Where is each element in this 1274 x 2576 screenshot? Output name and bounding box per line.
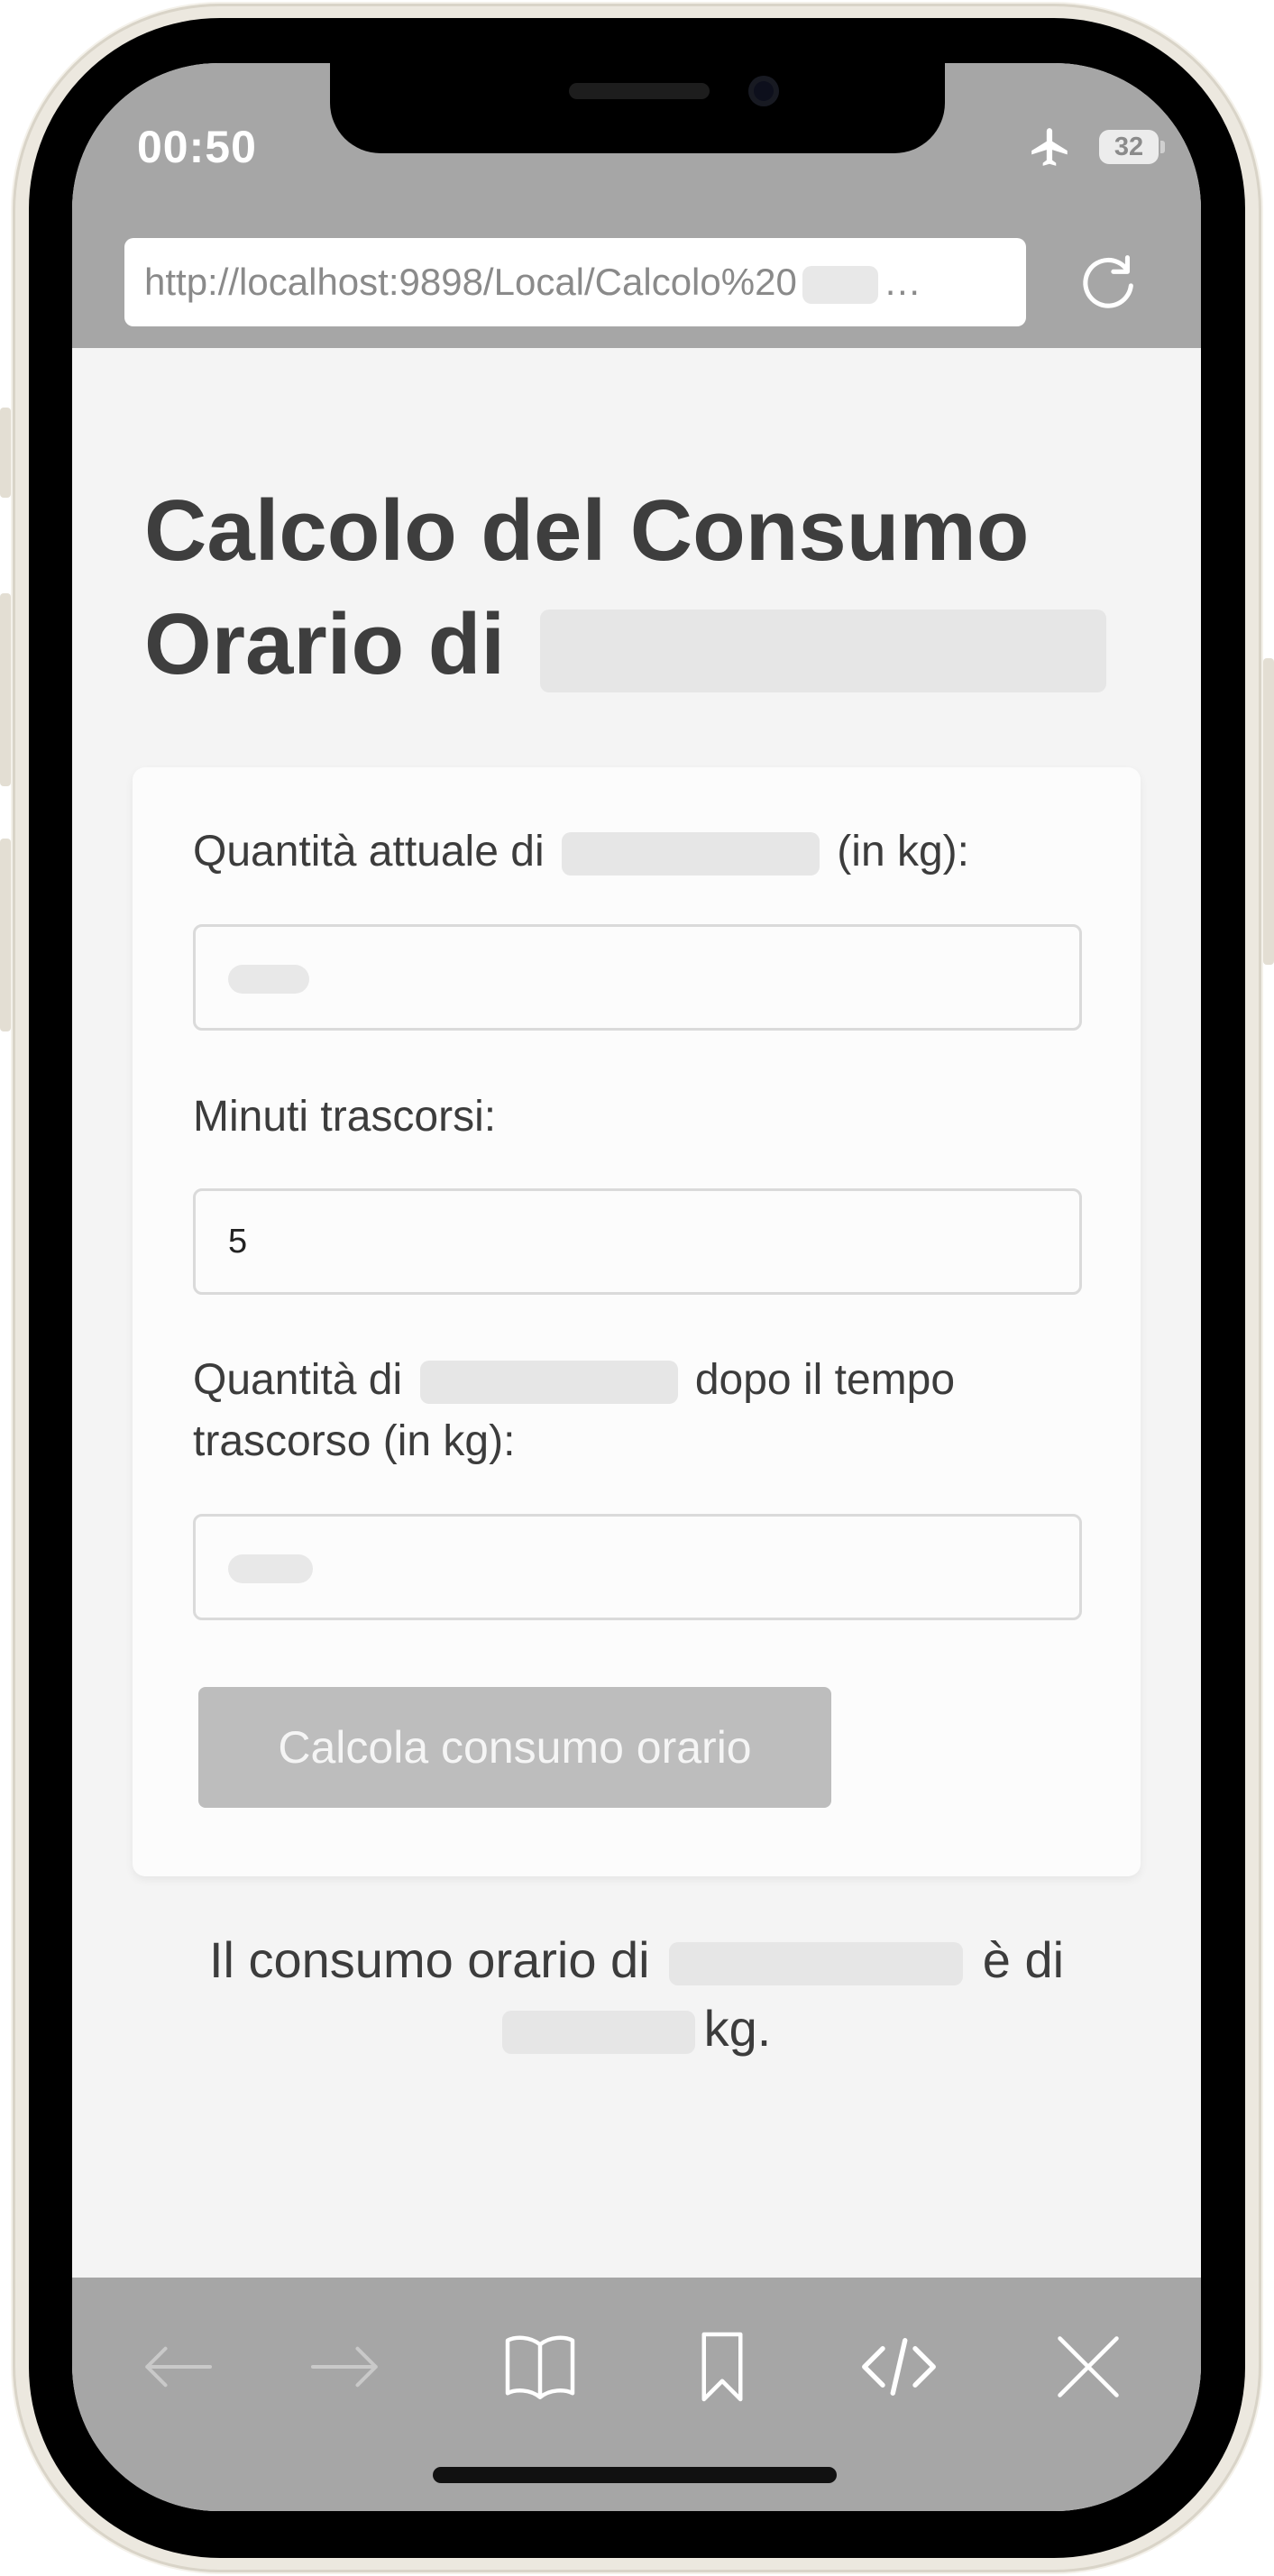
url-bar[interactable]: http://localhost:9898/Local/Calcolo%20 … (124, 238, 1026, 326)
redacted-result-value (501, 2011, 695, 2055)
current-quantity-label: Quantità attuale di (in kg): (193, 821, 969, 883)
browser-top-bar: 00:50 32 http://localhost:9898/Local/Cal… (72, 63, 1201, 348)
redacted-url-segment (802, 265, 878, 304)
redacted-substance (419, 1361, 678, 1405)
silent-switch (0, 408, 11, 498)
page-title: Calcolo del Consumo Orario di (144, 474, 1154, 701)
notch (330, 63, 945, 153)
url-text: http://localhost:9898/Local/Calcolo%20 (144, 261, 797, 303)
volume-up-button (0, 593, 11, 786)
browser-bottom-toolbar (72, 2278, 1201, 2511)
final-quantity-label-text: Quantità di (193, 1356, 403, 1404)
earpiece-speaker (569, 83, 710, 99)
code-icon[interactable] (858, 2326, 939, 2407)
power-button (1263, 658, 1274, 965)
result-text: Il consumo orario di è di kg. (133, 1926, 1141, 2063)
url-ellipsis: … (883, 261, 921, 303)
bookmark-icon[interactable] (682, 2326, 763, 2407)
redacted-input-value (228, 1554, 313, 1583)
elapsed-minutes-label: Minuti trascorsi: (193, 1093, 497, 1141)
page-title-line1: Calcolo del Consumo (144, 482, 1030, 579)
phone-screen: 00:50 32 http://localhost:9898/Local/Cal… (72, 63, 1201, 2511)
status-time: 00:50 (137, 122, 257, 172)
front-camera (748, 76, 779, 106)
current-quantity-unit: (in kg): (837, 828, 969, 875)
redacted-title-word (539, 609, 1106, 692)
home-indicator[interactable] (433, 2467, 837, 2483)
back-arrow-icon[interactable] (137, 2326, 218, 2407)
result-text-b: è di (982, 1931, 1065, 1988)
volume-down-button (0, 839, 11, 1031)
redacted-substance (561, 832, 820, 876)
page-title-line2: Orario di (144, 596, 506, 692)
battery-icon: 32 (1099, 130, 1159, 164)
calculate-button[interactable]: Calcola consumo orario (198, 1687, 831, 1808)
elapsed-minutes-input[interactable]: 5 (193, 1188, 1082, 1295)
redacted-input-value (228, 964, 309, 994)
final-quantity-label-text-2: dopo il tempo (694, 1356, 956, 1404)
forward-arrow-icon[interactable] (305, 2326, 386, 2407)
close-icon[interactable] (1048, 2326, 1129, 2407)
page-content: Calcolo del Consumo Orario di Quantità a… (72, 348, 1201, 2278)
final-quantity-label: Quantità di dopo il tempo trascorso (in … (193, 1350, 1095, 1472)
airplane-icon (1031, 128, 1068, 166)
redacted-substance (669, 1942, 964, 1986)
battery-tip (1160, 141, 1165, 153)
final-quantity-label-text-3: trascorso (in kg): (193, 1417, 516, 1465)
final-quantity-input[interactable] (193, 1514, 1082, 1620)
current-quantity-input[interactable] (193, 924, 1082, 1031)
result-text-a: Il consumo orario di (208, 1931, 650, 1988)
book-icon[interactable] (500, 2326, 581, 2407)
current-quantity-label-text: Quantità attuale di (193, 828, 545, 875)
form-card: Quantità attuale di (in kg): Minuti tras… (133, 767, 1141, 1876)
result-unit: kg. (703, 2000, 772, 2057)
reload-icon[interactable] (1073, 247, 1143, 317)
